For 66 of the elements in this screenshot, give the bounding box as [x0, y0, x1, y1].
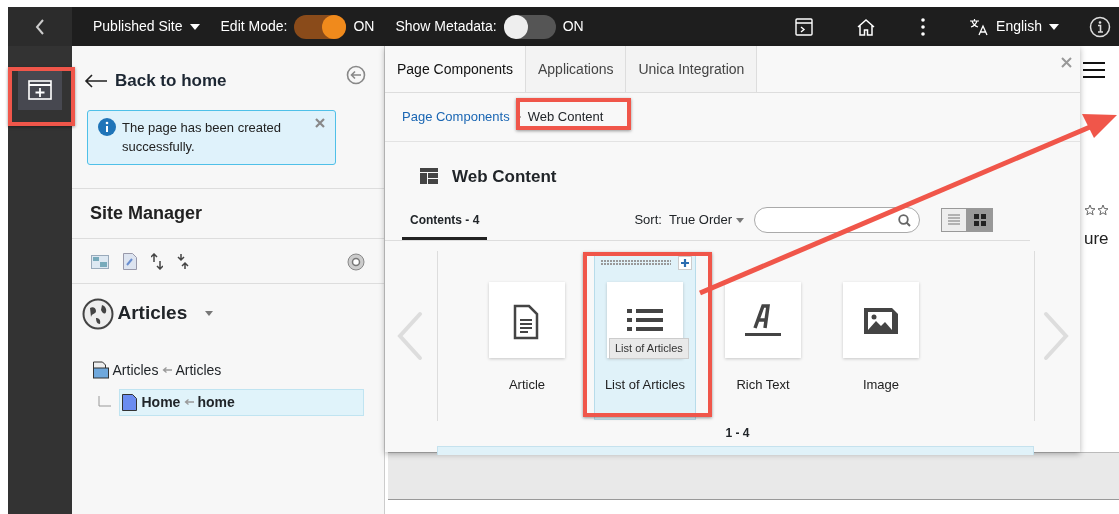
site-menu[interactable]: Published Site — [93, 16, 200, 37]
grid-view-icon — [971, 211, 989, 229]
back-icon[interactable] — [35, 18, 45, 35]
add-icon[interactable] — [678, 256, 692, 270]
search-field[interactable] — [754, 207, 920, 233]
page-icon[interactable] — [123, 253, 137, 270]
tree-connector — [97, 396, 111, 408]
info-icon[interactable] — [1089, 15, 1111, 38]
more-icon[interactable] — [921, 17, 926, 36]
component-item[interactable]: Rich Text — [712, 252, 814, 420]
merge-icon[interactable] — [177, 253, 189, 270]
translate-icon — [969, 17, 990, 36]
back-arrow-icon — [84, 73, 108, 88]
language-menu[interactable]: English — [969, 16, 1059, 37]
collapse-icon[interactable] — [346, 64, 366, 85]
highlight-box — [8, 67, 75, 126]
info-icon — [98, 117, 116, 136]
settings-icon[interactable] — [347, 252, 365, 271]
toggle-switch[interactable] — [503, 14, 556, 39]
tree-item[interactable]: Articles Articles — [91, 357, 364, 383]
panel-tab[interactable]: Unica Integration — [626, 46, 758, 92]
tree-item[interactable]: Home home — [119, 388, 364, 416]
star-icon — [1084, 204, 1110, 216]
mapping-arrow-icon — [183, 398, 194, 406]
panel-tab[interactable]: Applications — [525, 46, 627, 92]
mapping-arrow-icon — [161, 366, 172, 374]
terminal-icon[interactable] — [795, 17, 814, 36]
body-text: ure — [1084, 228, 1109, 250]
folder-icon — [93, 361, 109, 379]
toggle-state: ON — [353, 17, 375, 36]
caret-icon — [1049, 23, 1059, 30]
caret-icon — [189, 23, 200, 30]
caret-icon — [735, 217, 744, 223]
layout-icon — [420, 168, 438, 185]
pager-text: 1 - 4 — [724, 425, 751, 442]
sort-label: Sort: — [634, 211, 662, 230]
caret-icon[interactable] — [204, 311, 213, 316]
component-item[interactable]: Article — [476, 252, 578, 420]
panel-tab[interactable]: Page Components — [385, 46, 526, 92]
component-item[interactable]: Image — [830, 252, 932, 420]
tooltip: List of Articles — [609, 338, 689, 359]
breadcrumb-link[interactable]: Page Components — [402, 107, 510, 127]
breadcrumb-current: Web Content — [527, 108, 604, 126]
add-page-icon — [28, 80, 52, 100]
sort-dropdown[interactable]: True Order — [668, 210, 744, 230]
toggle-label: Edit Mode: — [220, 17, 288, 36]
add-page-button[interactable] — [18, 70, 62, 110]
close-icon[interactable] — [315, 117, 325, 128]
back-link[interactable]: Back to home — [84, 68, 227, 94]
globe-icon[interactable] — [82, 297, 114, 330]
move-up-down-icon[interactable] — [151, 253, 163, 270]
drag-handle-icon — [601, 260, 671, 266]
page-icon — [122, 393, 138, 411]
section-heading: Web Content — [452, 165, 557, 188]
search-icon — [898, 213, 911, 227]
home-icon[interactable] — [856, 17, 877, 36]
panel-title: Site Manager — [89, 201, 204, 225]
contents-tab[interactable]: Contents - 4 — [402, 207, 488, 240]
toggle-label: Show Metadata: — [395, 17, 497, 36]
view-grid-button[interactable] — [967, 208, 993, 232]
alert-message: The page has been created successfully. — [122, 118, 282, 156]
toggle-switch[interactable] — [294, 14, 347, 39]
toggle-state: ON — [562, 17, 584, 36]
menu-icon[interactable] — [1083, 61, 1105, 79]
site-name[interactable]: Articles — [117, 299, 188, 328]
close-icon[interactable] — [1061, 57, 1072, 68]
